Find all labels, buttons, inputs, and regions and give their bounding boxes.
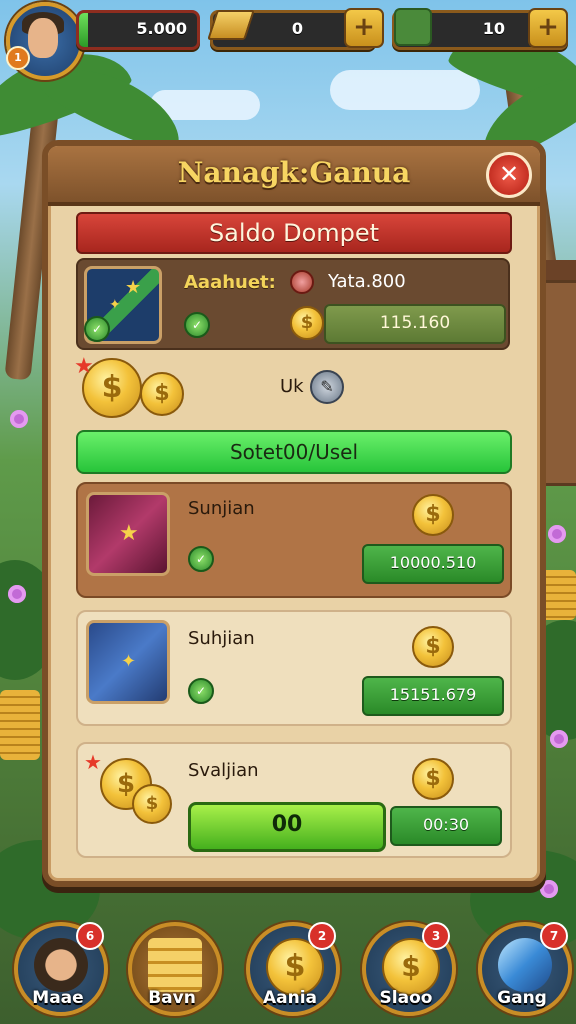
- list-item[interactable]: $ $ ★ Svaljian $ 00 00:30: [76, 742, 512, 858]
- token-icon: [290, 270, 314, 294]
- check-icon: ✓: [188, 678, 214, 704]
- character-icon: [394, 8, 432, 46]
- coin-stack-icon: $: [132, 784, 172, 824]
- flower: [550, 730, 568, 748]
- energy-bar: 5.000: [76, 10, 200, 50]
- row-timer: 00:30: [390, 806, 502, 846]
- level-badge: 1: [6, 46, 30, 70]
- coin-pile: [0, 690, 40, 760]
- collect-button[interactable]: 00: [188, 802, 386, 852]
- panel-header: Nanagk:Ganua ✕: [48, 146, 540, 206]
- add-gems-button[interactable]: +: [528, 8, 568, 48]
- gold-value: 0: [291, 19, 303, 38]
- nav-badge: 3: [422, 922, 450, 950]
- coin-icon: $: [412, 758, 454, 800]
- section-banner[interactable]: Sotet00/Usel: [76, 430, 512, 474]
- row-amount: 10000.510: [362, 544, 504, 584]
- nav-label: Slaoo: [379, 988, 433, 1008]
- nav-badge: 7: [540, 922, 568, 950]
- avatar-face: [28, 18, 58, 58]
- flower: [540, 880, 558, 898]
- row-title: Suhjian: [188, 628, 255, 649]
- row-title: Sunjian: [188, 498, 255, 519]
- coin-icon: $: [412, 494, 454, 536]
- gold-bars-icon: [148, 938, 202, 992]
- top-hud: 1 5.000 0 + 10 +: [0, 0, 576, 80]
- energy-bar-fill: [79, 13, 89, 47]
- star-icon: ★: [74, 354, 94, 379]
- list-item[interactable]: ✦ Suhjian ✓ $ 15151.679: [76, 610, 512, 726]
- coin-icon: $: [290, 306, 324, 340]
- energy-value: 5.000: [136, 19, 187, 38]
- star-icon: ★: [119, 521, 139, 546]
- nav-label: Maae: [32, 988, 84, 1008]
- check-icon: ✓: [84, 316, 110, 342]
- card-blue-icon: ✦: [86, 620, 170, 704]
- check-icon: ✓: [188, 546, 214, 572]
- nav-badge: 6: [76, 922, 104, 950]
- wallet-banner: Saldo Dompet: [76, 212, 512, 254]
- cloud: [330, 70, 480, 110]
- uk-label: Uk: [280, 376, 304, 397]
- gems-value: 10: [482, 19, 505, 38]
- nav-label: Aania: [262, 988, 318, 1008]
- account-balance: 115.160: [324, 304, 506, 344]
- check-icon: ✓: [184, 312, 210, 338]
- flower: [8, 585, 26, 603]
- flower: [10, 410, 28, 428]
- coin-stack-icon: $: [140, 372, 184, 416]
- star-icon: ★: [84, 750, 102, 774]
- row-title: Svaljian: [188, 760, 259, 781]
- panel-title: Nanagk:Ganua: [177, 156, 411, 189]
- list-item[interactable]: ★ Sunjian ✓ $ 10000.510: [76, 482, 512, 598]
- star-icon: ✦: [121, 651, 137, 672]
- star-icon: ★: [125, 277, 142, 298]
- star-icon: ✦: [109, 297, 121, 313]
- close-button[interactable]: ✕: [486, 152, 532, 198]
- nav-badge: 2: [308, 922, 336, 950]
- account-value: Yata.800: [328, 271, 406, 292]
- flower: [548, 525, 566, 543]
- account-box: ★ ✦ ✓ Aaahuet: Yata.800 ✓ $ 115.160: [76, 258, 510, 350]
- edit-icon[interactable]: ✎: [310, 370, 344, 404]
- add-gold-button[interactable]: +: [344, 8, 384, 48]
- nav-label: Gang: [497, 988, 547, 1008]
- card-red-icon: ★: [86, 492, 170, 576]
- nav-label: Bavn: [148, 988, 196, 1008]
- account-label: Aaahuet:: [184, 272, 276, 293]
- coin-icon: $: [412, 626, 454, 668]
- row-amount: 15151.679: [362, 676, 504, 716]
- wallet-panel: Nanagk:Ganua ✕ Saldo Dompet ★ ✦ ✓ Aaahue…: [42, 140, 546, 887]
